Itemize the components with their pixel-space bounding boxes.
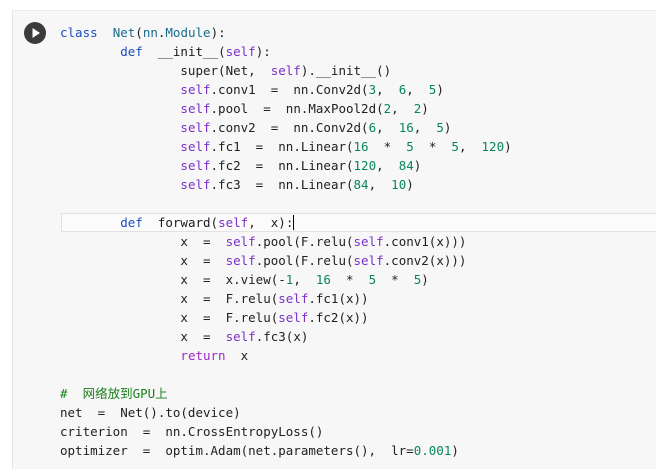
text-caret	[293, 215, 295, 230]
code-line[interactable]: def forward(self, x):	[60, 213, 512, 232]
code-cell[interactable]: class Net(nn.Module): def __init__(self)…	[12, 10, 656, 469]
code-line[interactable]: class Net(nn.Module):	[60, 23, 512, 42]
code-line[interactable]: return x	[60, 346, 512, 365]
code-line[interactable]: self.conv1 = nn.Conv2d(3, 6, 5)	[60, 80, 512, 99]
code-editor[interactable]: class Net(nn.Module): def __init__(self)…	[60, 23, 512, 460]
code-line[interactable]: x = F.relu(self.fc2(x))	[60, 308, 512, 327]
run-cell-button[interactable]	[24, 22, 46, 44]
code-line[interactable]: optimizer = optim.Adam(net.parameters(),…	[60, 441, 512, 460]
code-line[interactable]	[60, 194, 512, 213]
play-icon	[32, 28, 40, 38]
code-line[interactable]: self.fc1 = nn.Linear(16 * 5 * 5, 120)	[60, 137, 511, 156]
code-line[interactable]: self.fc3 = nn.Linear(84, 10)	[60, 175, 512, 194]
code-line[interactable]	[60, 365, 512, 384]
notebook-frame: class Net(nn.Module): def __init__(self)…	[0, 0, 656, 476]
code-line[interactable]: super(Net, self).__init__()	[60, 61, 512, 80]
code-line[interactable]: x = self.pool(F.relu(self.conv2(x)))	[60, 251, 512, 270]
code-line[interactable]: self.fc2 = nn.Linear(120, 84)	[60, 156, 512, 175]
code-line[interactable]: net = Net().to(device)	[60, 403, 512, 422]
code-line[interactable]: x = self.pool(F.relu(self.conv1(x)))	[60, 232, 512, 251]
code-line[interactable]: # 网络放到GPU上	[60, 384, 512, 403]
code-line[interactable]: x = self.fc3(x)	[60, 327, 512, 346]
code-line[interactable]: criterion = nn.CrossEntropyLoss()	[60, 422, 512, 441]
code-line[interactable]: x = F.relu(self.fc1(x))	[60, 289, 512, 308]
code-line[interactable]: def __init__(self):	[60, 42, 512, 61]
code-line[interactable]: self.conv2 = nn.Conv2d(6, 16, 5)	[60, 118, 512, 137]
code-line[interactable]: x = x.view(-1, 16 * 5 * 5)	[60, 270, 512, 289]
code-line[interactable]: self.pool = nn.MaxPool2d(2, 2)	[60, 99, 512, 118]
